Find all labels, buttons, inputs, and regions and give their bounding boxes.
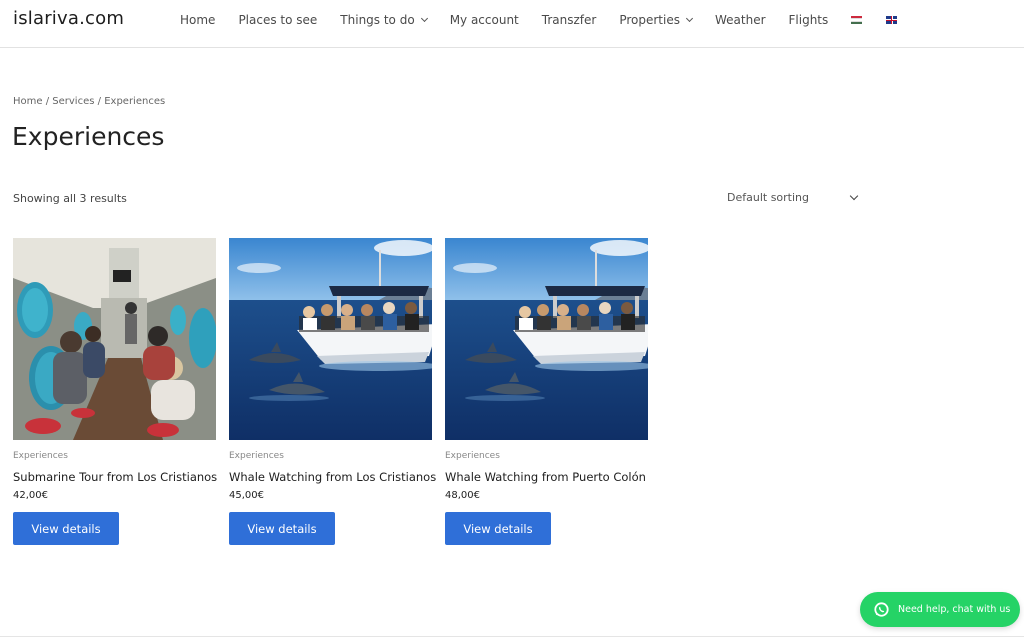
nav-transzfer-label: Transzfer (541, 13, 597, 27)
view-details-button[interactable]: View details (229, 512, 335, 545)
view-details-button[interactable]: View details (445, 512, 551, 545)
nav-home-label: Home (180, 13, 216, 27)
breadcrumb: Home / Services / Experiences (13, 96, 165, 107)
nav-weather-label: Weather (714, 13, 766, 27)
nav-home[interactable]: Home (180, 13, 215, 27)
nav-flights[interactable]: Flights (789, 13, 829, 27)
hungarian-flag-icon[interactable] (851, 16, 863, 24)
english-flag-icon[interactable] (886, 16, 898, 24)
product-card: Experiences Submarine Tour from Los Cris… (13, 238, 217, 545)
sorting-selected: Default sorting (727, 190, 809, 204)
footer-divider (0, 636, 1024, 637)
nav-my-account[interactable]: My account (450, 13, 519, 27)
nav-account-label: My account (449, 13, 519, 27)
product-image-whale-watching[interactable] (445, 238, 648, 440)
page-title: Experiences (12, 122, 165, 151)
site-logo[interactable]: islariva.com (13, 8, 124, 29)
nav-properties-label: Properties (619, 13, 680, 27)
product-title[interactable]: Whale Watching from Puerto Colón (445, 470, 648, 484)
main-nav: Home Places to see Things to do My accou… (180, 0, 921, 40)
chevron-down-icon (849, 191, 859, 200)
breadcrumb-home[interactable]: Home (13, 96, 43, 107)
product-price: 48,00€ (445, 490, 480, 501)
nav-flights-label: Flights (788, 13, 829, 27)
nav-things-label: Things to do (340, 13, 415, 27)
whatsapp-icon (874, 602, 889, 617)
result-count: Showing all 3 results (13, 192, 127, 205)
nav-transzfer[interactable]: Transzfer (542, 13, 597, 27)
product-image-submarine[interactable] (13, 238, 216, 440)
product-category[interactable]: Experiences (445, 451, 648, 461)
chevron-down-icon (420, 14, 428, 23)
product-card: Experiences Whale Watching from Puerto C… (445, 238, 648, 545)
breadcrumb-current: Experiences (104, 96, 166, 107)
nav-properties[interactable]: Properties (619, 13, 694, 27)
product-price: 42,00€ (13, 490, 48, 501)
product-price: 45,00€ (229, 490, 264, 501)
product-title[interactable]: Whale Watching from Los Cristianos (229, 470, 436, 484)
breadcrumb-services[interactable]: Services (52, 96, 94, 107)
nav-weather[interactable]: Weather (715, 13, 766, 27)
site-header: islariva.com Home Places to see Things t… (0, 0, 1024, 48)
view-details-button[interactable]: View details (13, 512, 119, 545)
product-category[interactable]: Experiences (13, 451, 216, 461)
sorting-select[interactable]: Default sorting (727, 187, 861, 207)
nav-places-label: Places to see (238, 13, 318, 27)
chat-label: Need help, chat with us (898, 604, 1011, 615)
product-category[interactable]: Experiences (229, 451, 432, 461)
whatsapp-chat-button[interactable]: Need help, chat with us (860, 592, 1020, 627)
nav-places-to-see[interactable]: Places to see (238, 13, 317, 27)
nav-things-to-do[interactable]: Things to do (340, 13, 428, 27)
product-image-whale-watching[interactable] (229, 238, 432, 440)
chevron-down-icon (685, 14, 694, 23)
product-title[interactable]: Submarine Tour from Los Cristianos (13, 470, 217, 484)
product-card: Experiences Whale Watching from Los Cris… (229, 238, 436, 545)
